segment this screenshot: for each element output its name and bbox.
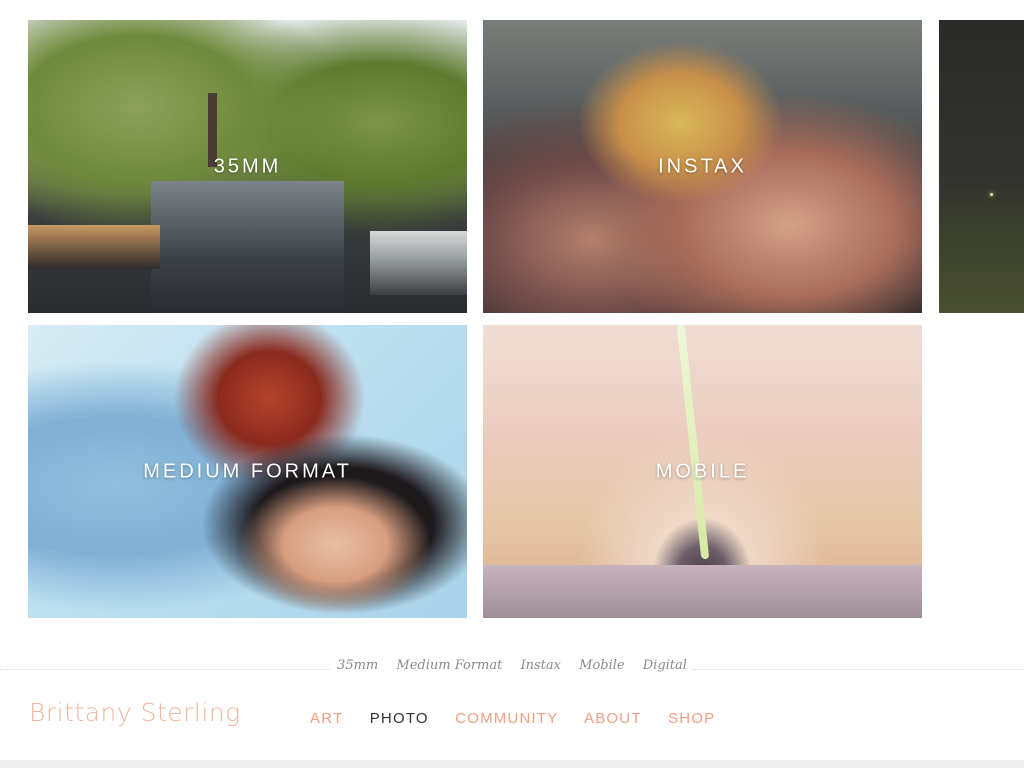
tile-label-instax: INSTAX (658, 155, 747, 177)
main-nav: ART PHOTO COMMUNITY ABOUT SHOP (310, 710, 736, 727)
gallery-tile-partial[interactable] (939, 20, 1024, 313)
gallery-tile-mobile[interactable]: MOBILE (483, 325, 922, 618)
site-footer: Brittany Sterling ART PHOTO COMMUNITY AB… (0, 670, 1024, 768)
photo-gallery: 35MM INSTAX MEDIUM FORMAT MOBILE (0, 0, 1024, 640)
tile-label-medium-format: MEDIUM FORMAT (143, 460, 352, 482)
nav-item-art[interactable]: ART (310, 710, 343, 727)
tile-label-mobile: MOBILE (655, 460, 750, 482)
nav-item-about[interactable]: ABOUT (584, 710, 642, 727)
gallery-tile-medium-format[interactable]: MEDIUM FORMAT (28, 325, 467, 618)
nav-item-community[interactable]: COMMUNITY (455, 710, 558, 727)
bottom-bar (0, 760, 1024, 768)
site-brand[interactable]: Brittany Sterling (29, 698, 241, 727)
tile-label-35mm: 35MM (213, 155, 282, 177)
gallery-tile-instax[interactable]: INSTAX (483, 20, 922, 313)
night-field-photo (939, 20, 1024, 313)
nav-item-shop[interactable]: SHOP (668, 710, 715, 727)
nav-item-photo[interactable]: PHOTO (370, 710, 429, 727)
gallery-tile-35mm[interactable]: 35MM (28, 20, 467, 313)
